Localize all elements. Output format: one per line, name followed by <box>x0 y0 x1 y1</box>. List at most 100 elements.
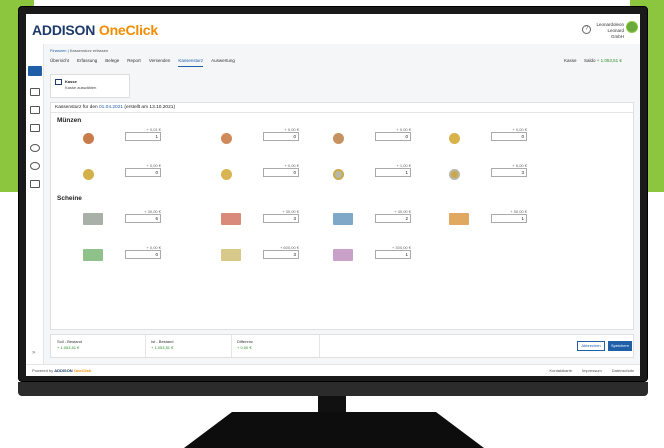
coin-item: + 6,00 € 3 <box>449 163 529 183</box>
monitor-stand-neck <box>318 396 346 414</box>
coin-icon <box>83 133 94 144</box>
breadcrumb: Finanzen | Kassensturz erfassen <box>50 48 108 53</box>
book-icon[interactable] <box>30 180 40 188</box>
section-muenzen: Münzen <box>57 117 82 124</box>
coin-quantity-input[interactable]: 0 <box>263 132 299 141</box>
divider <box>319 335 320 357</box>
footer-links: Kontaktkarte Impressum Datenschutz <box>550 368 634 373</box>
banknote-quantity-input[interactable]: 3 <box>263 214 299 223</box>
app-footer: Powered by ADDISON OneClick Kontaktkarte… <box>26 364 640 376</box>
powered-by-label: Powered by <box>32 368 54 373</box>
divider <box>231 335 232 357</box>
tab-erfassung[interactable]: Erfassung <box>77 58 97 67</box>
coin-icon <box>449 169 460 180</box>
banknote-icon <box>333 213 353 225</box>
coin-item: + 0,00 € 0 <box>333 127 413 147</box>
banknote-quantity-input[interactable]: 6 <box>125 214 161 223</box>
banknote-icon <box>221 249 241 261</box>
saldo: Saldo + 1.053,51 € <box>584 58 622 63</box>
coin-icon <box>333 169 344 180</box>
kasse-select-card[interactable]: Kasse Kasse auswählen <box>50 74 130 98</box>
coin-quantity-input[interactable]: 1 <box>375 168 411 177</box>
kasse-label: Kasse <box>564 58 577 63</box>
coin-item: + 0,00 € 0 <box>449 127 529 147</box>
breadcrumb-root[interactable]: Finanzen <box>50 48 66 53</box>
banknote-quantity-input[interactable]: 2 <box>375 214 411 223</box>
coin-quantity-input[interactable]: 0 <box>375 132 411 141</box>
coin-item: + 0,01 € 1 <box>83 127 163 147</box>
expand-sidebar-icon[interactable]: » <box>32 350 35 356</box>
invoice-icon[interactable] <box>30 124 40 132</box>
avatar[interactable] <box>626 21 638 33</box>
logo-brand: ADDISON <box>32 22 96 38</box>
coin-quantity-input[interactable]: 0 <box>125 168 161 177</box>
breadcrumb-separator: | <box>67 48 69 53</box>
totals-bar: Soll - Bestand + 1.053,51 € Ist - Bestan… <box>50 334 634 358</box>
kassensturz-panel: Kassensturz für den 01.04.2021 (erstellt… <box>50 102 634 330</box>
tab-bar: Übersicht Erfassung Belege Report Versen… <box>50 58 235 67</box>
heading-prefix: Kassensturz für den <box>55 105 98 110</box>
coin-icon <box>333 133 344 144</box>
main-area: Finanzen | Kassensturz erfassen Übersich… <box>44 44 640 364</box>
cash-register-icon <box>55 79 62 85</box>
footer-link-kontaktkarte[interactable]: Kontaktkarte <box>550 368 572 373</box>
user-info[interactable]: Leonardoleon Leonard GmbH <box>594 22 624 40</box>
ist-bestand: Ist - Bestand + 1.053,51 € <box>151 339 173 351</box>
banknote-item: + 30,00 € 6 <box>83 209 163 229</box>
top-bar: ADDISON OneClick ? Leonardoleon Leonard … <box>26 14 640 44</box>
receipt-icon[interactable] <box>30 88 40 96</box>
coin-icon <box>221 169 232 180</box>
footer-link-impressum[interactable]: Impressum <box>582 368 602 373</box>
coin-quantity-input[interactable]: 0 <box>263 168 299 177</box>
monitor-chin <box>18 382 648 396</box>
banknote-quantity-input[interactable]: 0 <box>125 250 161 259</box>
cash-register-icon[interactable] <box>28 66 42 76</box>
banknote-icon <box>221 213 241 225</box>
coin-icon <box>221 133 232 144</box>
differenz: Differenz + 0,00 € <box>237 339 253 351</box>
tab-report[interactable]: Report <box>127 58 141 67</box>
ist-value: + 1.053,51 € <box>151 345 174 350</box>
save-button[interactable]: Speichern <box>608 341 632 351</box>
gear-icon[interactable] <box>30 162 40 170</box>
tab-belege[interactable]: Belege <box>105 58 119 67</box>
footer-link-datenschutz[interactable]: Datenschutz <box>612 368 634 373</box>
banknote-icon <box>449 213 469 225</box>
sidebar: » <box>26 44 44 364</box>
coin-item: + 0,00 € 0 <box>221 163 301 183</box>
heading-date[interactable]: 01.04.2021 <box>99 105 123 110</box>
users-icon[interactable] <box>30 144 40 152</box>
banknote-quantity-input[interactable]: 3 <box>263 250 299 259</box>
cancel-button[interactable]: Abbrechen <box>577 341 605 351</box>
tab-versenden[interactable]: Versenden <box>149 58 171 67</box>
coin-item: + 0,00 € 0 <box>221 127 301 147</box>
tab-uebersicht[interactable]: Übersicht <box>50 58 69 67</box>
banknote-quantity-input[interactable]: 1 <box>491 214 527 223</box>
soll-value: + 1.053,51 € <box>57 345 80 350</box>
coin-quantity-input[interactable]: 0 <box>491 132 527 141</box>
powered-by: Powered by ADDISON OneClick <box>32 368 91 373</box>
footer-brand[interactable]: ADDISON <box>54 368 72 373</box>
saldo-label: Saldo <box>584 58 596 63</box>
banknote-icon <box>83 249 103 261</box>
tab-kassensturz[interactable]: Kassensturz <box>178 58 204 67</box>
help-icon[interactable]: ? <box>582 25 591 34</box>
coin-icon <box>83 169 94 180</box>
tab-auswertung[interactable]: Auswertung <box>211 58 235 67</box>
coin-quantity-input[interactable]: 1 <box>125 132 161 141</box>
app-logo[interactable]: ADDISON OneClick <box>32 22 158 38</box>
banknote-item: + 40,00 € 2 <box>333 209 413 229</box>
footer-brand-suffix: OneClick <box>73 368 92 373</box>
banknote-quantity-input[interactable]: 1 <box>375 250 411 259</box>
soll-bestand: Soll - Bestand + 1.053,51 € <box>57 339 82 351</box>
monitor-stand-base <box>184 412 484 448</box>
document-icon[interactable] <box>30 106 40 114</box>
kassensturz-heading: Kassensturz für den 01.04.2021 (erstellt… <box>51 103 633 113</box>
coin-item: + 1,00 € 1 <box>333 163 413 183</box>
heading-suffix: (erstellt am 13.10.2021) <box>124 105 176 110</box>
coin-quantity-input[interactable]: 3 <box>491 168 527 177</box>
coin-icon <box>449 133 460 144</box>
user-company: Leonard GmbH <box>607 28 624 39</box>
banknote-item: + 0,00 € 0 <box>83 245 163 265</box>
logo-suffix: OneClick <box>98 22 158 38</box>
